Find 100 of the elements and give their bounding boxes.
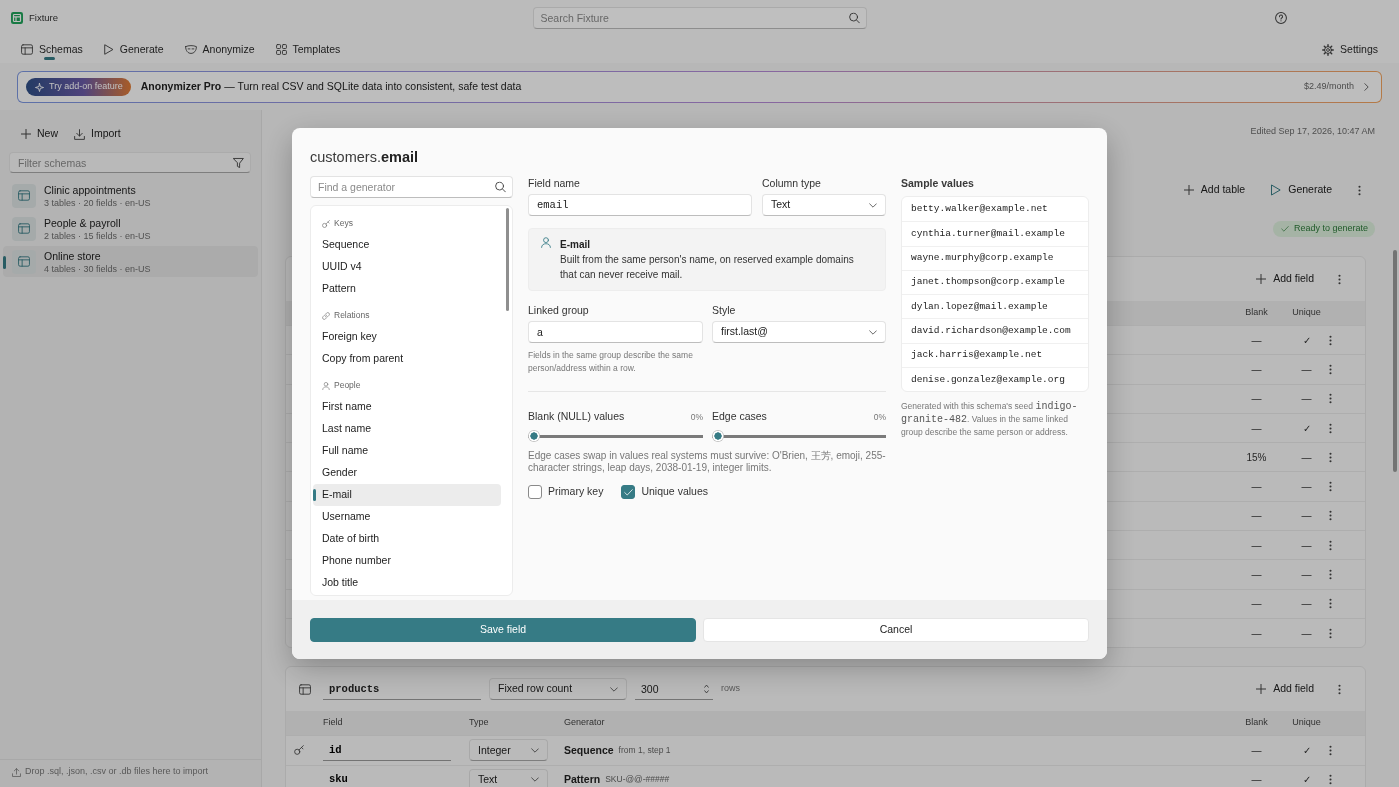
- table-cell: —: [1251, 509, 1262, 523]
- row-count-input[interactable]: 300: [635, 678, 713, 701]
- generator-item[interactable]: UUID v4: [313, 256, 501, 278]
- nav-tab[interactable]: Generate: [103, 36, 164, 63]
- generator-item[interactable]: Pattern: [313, 278, 501, 300]
- promo-banner[interactable]: Try add-on feature Anonymizer Pro — Turn real CSV and SQLite data into consistent, safe test data $2.49/month: [17, 71, 1382, 103]
- schema-item[interactable]: Online store 4 tables · 30 fields · en-US: [3, 246, 258, 277]
- field-type-select[interactable]: Integer: [469, 739, 548, 762]
- schema-item[interactable]: People & payroll 2 tables · 15 fields · en-US: [3, 213, 258, 244]
- more-icon[interactable]: [1329, 393, 1332, 405]
- generator-item[interactable]: Last name: [313, 418, 501, 440]
- generator-search-field[interactable]: Find a generator: [310, 176, 513, 198]
- generator-detail: from 1, step 1: [618, 744, 671, 756]
- status-label: Ready to generate: [1293, 223, 1368, 235]
- schema-item[interactable]: Clinic appointments 3 tables · 20 fields · en-US: [3, 180, 258, 211]
- field-name-input[interactable]: id: [323, 739, 451, 762]
- generator-item[interactable]: Phone number: [313, 550, 501, 572]
- search-icon[interactable]: [495, 181, 506, 193]
- field-name-input[interactable]: email: [528, 194, 752, 216]
- more-icon[interactable]: [1329, 334, 1332, 346]
- add-table-button[interactable]: Add table: [1177, 178, 1252, 202]
- slider-thumb[interactable]: [712, 430, 724, 443]
- scrollbar-thumb[interactable]: [506, 208, 509, 311]
- scrollbar-thumb[interactable]: [1393, 250, 1397, 472]
- add-field-button[interactable]: Add field: [1250, 267, 1320, 291]
- generator-item[interactable]: Job title: [313, 572, 501, 594]
- table-cell: ✓: [1302, 421, 1311, 435]
- import-button[interactable]: Import: [68, 122, 127, 146]
- add-field-button[interactable]: Add field: [1250, 677, 1320, 702]
- generator-item[interactable]: Username: [313, 506, 501, 528]
- generator-item[interactable]: Date of birth: [313, 528, 501, 550]
- plus-icon: [1256, 684, 1267, 695]
- more-icon[interactable]: [1329, 422, 1332, 434]
- generator-item[interactable]: First name: [313, 396, 501, 418]
- search-icon[interactable]: [848, 12, 860, 24]
- more-icon[interactable]: [1329, 627, 1332, 639]
- more-icon[interactable]: [1329, 510, 1332, 522]
- slider-thumb[interactable]: [528, 430, 540, 443]
- chevron-down-icon: [531, 777, 539, 783]
- linked-group-input[interactable]: a: [528, 321, 703, 343]
- cancel-button[interactable]: Cancel: [703, 617, 1089, 642]
- column-type-select[interactable]: Text: [762, 194, 886, 216]
- table-icon: [12, 183, 36, 208]
- rows-unit-label: rows: [721, 683, 740, 696]
- generate-button[interactable]: Generate: [1265, 178, 1338, 202]
- table-icon: [21, 44, 33, 55]
- nav-tab[interactable]: Anonymize: [184, 36, 255, 63]
- field-name-input[interactable]: sku: [323, 768, 451, 787]
- sample-value: denise.gonzalez@example.org: [902, 367, 1088, 392]
- new-button[interactable]: New: [15, 122, 64, 146]
- style-select[interactable]: first.last@: [712, 321, 886, 343]
- table-cell: —: [1251, 333, 1262, 347]
- more-icon[interactable]: [1329, 539, 1332, 551]
- column-header: Type: [469, 717, 489, 730]
- more-icon[interactable]: [1338, 683, 1341, 695]
- plus-icon: [1256, 274, 1267, 284]
- slider-label: Edge cases: [712, 409, 767, 423]
- field-type-select[interactable]: Text: [469, 768, 548, 787]
- table-cell: —: [1301, 509, 1312, 523]
- key-icon: [322, 220, 330, 228]
- nav-tab[interactable]: Schemas: [21, 36, 83, 63]
- more-icon[interactable]: [1329, 363, 1332, 375]
- more-icon[interactable]: [1338, 273, 1341, 285]
- column-header: Unique: [1292, 307, 1321, 319]
- more-icon[interactable]: [1329, 451, 1332, 463]
- generator-name: Pattern: [564, 772, 601, 787]
- settings-button[interactable]: Settings: [1322, 36, 1378, 63]
- filter-icon[interactable]: [233, 157, 244, 168]
- more-icon[interactable]: [1329, 774, 1332, 786]
- checkbox[interactable]: [528, 485, 542, 500]
- save-button[interactable]: Save field: [310, 617, 696, 642]
- help-icon[interactable]: [1275, 12, 1287, 24]
- generator-item[interactable]: Copy from parent: [313, 348, 501, 370]
- help-text: Edge cases swap in values real systems must survive: O'Brien, 王芳, emoji, 255-character strings, leap days, 2038-01-19, integer limits.: [528, 450, 886, 475]
- sample-value: david.richardson@example.com: [902, 318, 1088, 343]
- filter-field[interactable]: Filter schemas: [9, 152, 251, 173]
- more-icon[interactable]: [1358, 184, 1361, 196]
- slider-reading: 0%: [690, 412, 703, 424]
- banner-text: Anonymizer Pro — Turn real CSV and SQLite data into consistent, safe test data: [140, 80, 522, 94]
- more-icon[interactable]: [1329, 569, 1332, 580]
- chevron-right-icon[interactable]: [1364, 83, 1369, 91]
- table-name-input[interactable]: products: [323, 678, 481, 701]
- field-label: Linked group: [528, 303, 590, 317]
- generator-item[interactable]: Gender: [313, 462, 501, 484]
- table-cell: ✓: [1302, 333, 1311, 347]
- field-label: Field name: [528, 176, 581, 190]
- generator-item[interactable]: E-mail: [313, 484, 501, 506]
- stepper-icon[interactable]: [704, 684, 709, 695]
- generator-item[interactable]: Full name: [313, 440, 501, 462]
- generator-item[interactable]: Sequence: [313, 234, 501, 256]
- more-icon[interactable]: [1329, 598, 1332, 610]
- sample-values-label: Sample values: [901, 176, 975, 190]
- row-mode-select[interactable]: Fixed row count: [489, 678, 627, 701]
- table-cell: —: [1301, 392, 1312, 406]
- generator-item[interactable]: Foreign key: [313, 326, 501, 348]
- search-field[interactable]: Search Fixture: [532, 7, 867, 29]
- checkbox[interactable]: [621, 485, 636, 500]
- nav-tab[interactable]: Templates: [275, 36, 341, 63]
- more-icon[interactable]: [1329, 744, 1332, 756]
- more-icon[interactable]: [1329, 481, 1332, 493]
